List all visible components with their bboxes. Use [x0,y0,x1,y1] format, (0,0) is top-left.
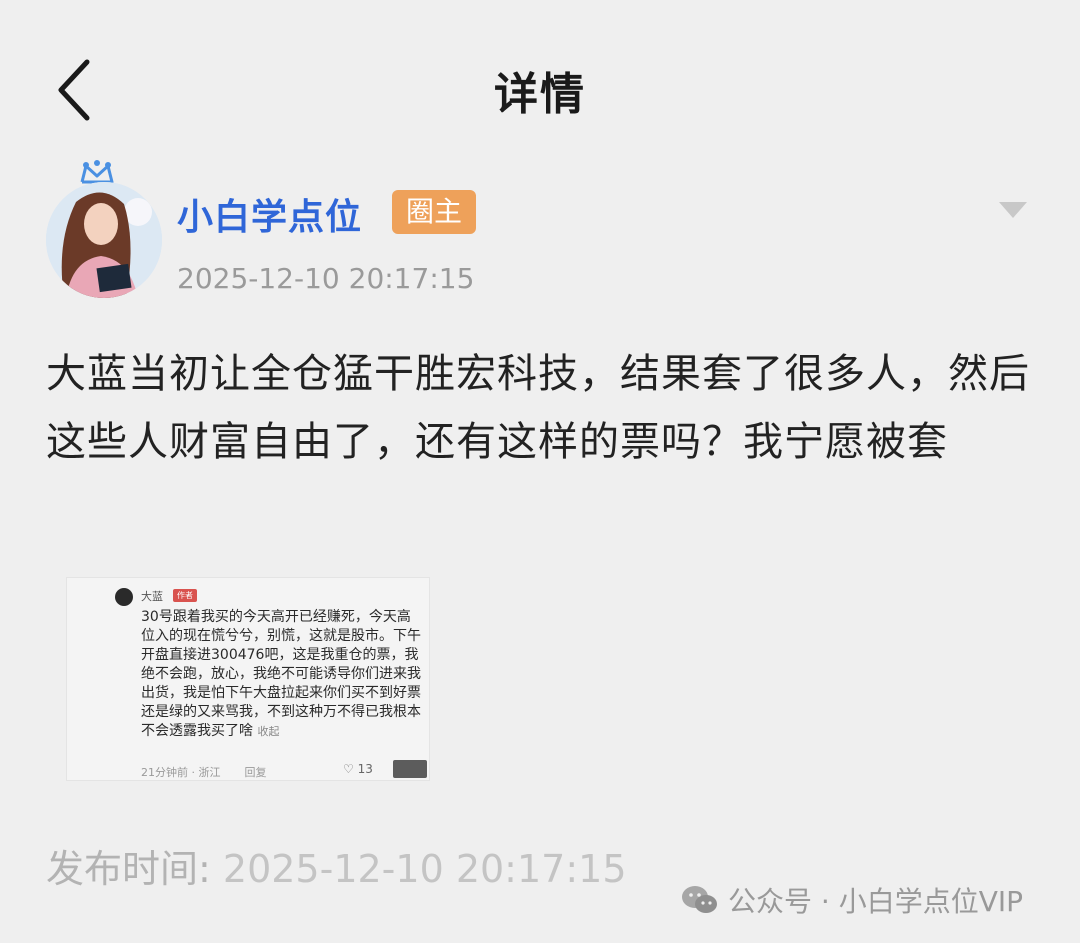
image-likes: 13 [357,762,373,776]
author-avatar[interactable] [44,160,164,300]
image-author-tag: 作者 [173,589,197,602]
header-bar: 详情 [0,0,1080,180]
caret-down-icon [999,202,1027,218]
post-image-screenshot[interactable]: 大蓝 作者 30号跟着我买的今天高开已经赚死，今天高位入的现在慌兮兮，别慌，这就… [66,577,430,781]
watermark: 公众号 · 小白学点位VIP [680,880,1023,920]
avatar [46,182,162,298]
more-options-button[interactable] [995,196,1031,226]
wechat-icon [682,886,717,913]
image-user-avatar [115,588,133,606]
image-comment-body: 30号跟着我买的今天高开已经赚死，今天高位入的现在慌兮兮，别慌，这就是股市。下午… [141,609,421,739]
author-name[interactable]: 小白学点位 [177,188,362,240]
image-like-count: ♡ 13 [343,762,373,776]
image-meta-time: 21分钟前 · 浙江 [141,766,221,779]
publish-time-label: 发布时间: [46,847,211,891]
owner-badge: 圈主 [392,190,477,234]
page-title: 详情 [494,69,586,120]
publish-time-row: 发布时间: 2025-12-10 20:17:15 [46,838,627,893]
image-user-name: 大蓝 [141,590,163,603]
post-content: 大蓝当初让全仓猛干胜宏科技，结果套了很多人，然后这些人财富自由了，还有这样的票吗… [46,351,1030,465]
image-reply-label: 回复 [244,766,267,779]
image-meta: 21分钟前 · 浙江 回复 [141,764,267,780]
heart-icon: ♡ [343,762,354,776]
post-time: 2025-12-10 20:17:15 [177,262,475,295]
watermark-text: 公众号 · 小白学点位VIP [728,885,1023,918]
publish-time-value: 2025-12-10 20:17:15 [222,847,627,891]
image-collapse-label: 收起 [257,725,280,738]
image-comment-text: 30号跟着我买的今天高开已经赚死，今天高位入的现在慌兮兮，别慌，这就是股市。下午… [141,608,421,741]
image-redaction [393,760,427,778]
